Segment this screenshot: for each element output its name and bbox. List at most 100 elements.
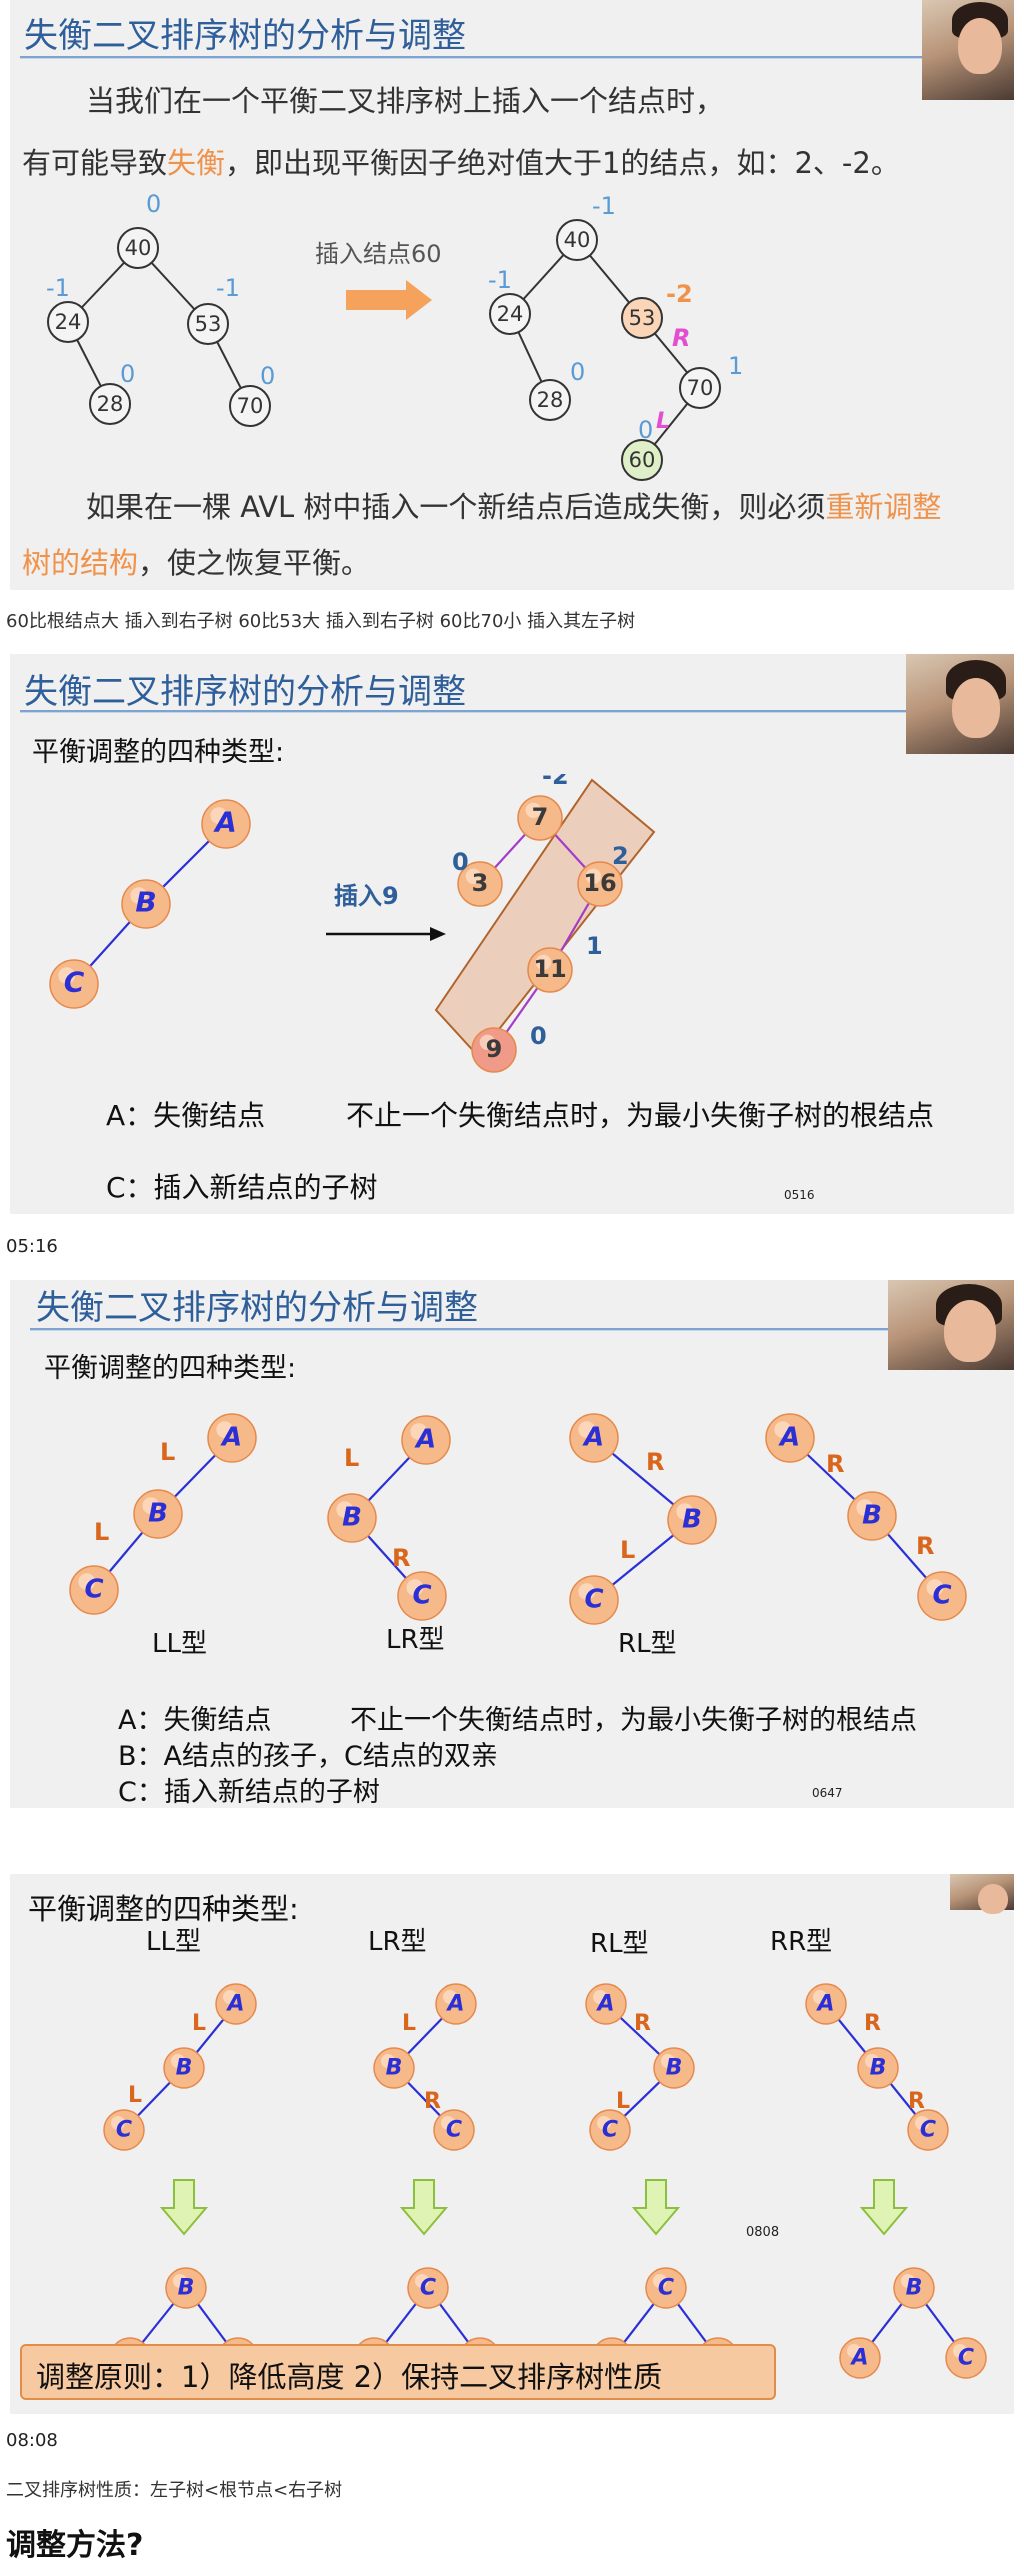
video-stamp: 0647 bbox=[812, 1786, 843, 1800]
paragraph-pre: 如果在一棵 AVL 树中插入一个新结点后造成失衡，则必须 bbox=[86, 490, 826, 524]
insert-example-diagram: 40 24 53 28 70 0 -1 -1 0 0 40 24 53 28 70 60 -1 -1 -2 0 1 0 R… bbox=[46, 192, 743, 481]
down-arrow-3 bbox=[631, 2179, 681, 2236]
svg-text:C: C bbox=[84, 1575, 103, 1605]
svg-text:53: 53 bbox=[195, 312, 222, 336]
def-b: B：A结点的孩子，C结点的双亲 bbox=[118, 1741, 498, 1772]
type2-top-node-c: C bbox=[433, 2109, 475, 2151]
tree-node-7: 7 bbox=[517, 795, 563, 841]
tree-node-40: 40 bbox=[117, 227, 159, 269]
type-label-lr: LR型 bbox=[368, 1927, 427, 1957]
type1-top-node-b: B bbox=[163, 2047, 205, 2089]
svg-text:A: A bbox=[595, 1991, 614, 2016]
svg-text:C: C bbox=[932, 1581, 951, 1611]
presenter-face bbox=[952, 678, 1000, 738]
type1-node-b: B bbox=[133, 1489, 183, 1539]
svg-text:B: B bbox=[862, 1501, 882, 1531]
svg-text:C: C bbox=[584, 1585, 603, 1615]
svg-text:A: A bbox=[778, 1423, 800, 1453]
readjust-highlight: 重新调整 bbox=[825, 490, 942, 524]
tree-node-53: 53 bbox=[621, 297, 663, 339]
structure-highlight: 树的结构 bbox=[22, 546, 139, 580]
title-divider bbox=[20, 710, 920, 713]
type-label-rl: RL型 bbox=[618, 1629, 677, 1659]
svg-text:C: C bbox=[602, 2117, 618, 2142]
type4-node-b: B bbox=[847, 1491, 897, 1541]
svg-text:C: C bbox=[412, 1581, 431, 1611]
edge-label-6: R bbox=[864, 2011, 881, 2036]
type3-node-b: B bbox=[667, 1495, 717, 1545]
type3-top-node-a: A bbox=[585, 1983, 627, 2025]
balance-factor-53: -2 bbox=[666, 280, 693, 308]
section-heading: 平衡调整的四种类型: bbox=[44, 1353, 297, 1384]
svg-text:40: 40 bbox=[125, 236, 152, 260]
presenter-video bbox=[906, 654, 1014, 754]
title-divider bbox=[20, 56, 940, 59]
svg-text:C: C bbox=[64, 966, 85, 999]
edge-label-3: R bbox=[424, 2089, 441, 2114]
svg-text:28: 28 bbox=[97, 392, 124, 416]
balance-factor-70: 0 bbox=[260, 362, 275, 390]
tree-node-24: 24 bbox=[47, 301, 89, 343]
svg-text:53: 53 bbox=[629, 306, 656, 330]
svg-text:C: C bbox=[116, 2117, 132, 2142]
svg-text:70: 70 bbox=[237, 394, 264, 418]
balance-factor-40: 0 bbox=[146, 192, 161, 218]
intro-line-2: 有可能导致失衡，即出现平衡因子绝对值大于1的结点，如：2、-2。 bbox=[22, 140, 900, 182]
timestamp-1: 05:16 bbox=[6, 1236, 58, 1257]
tree-node-24: 24 bbox=[489, 293, 531, 335]
tree-node-28: 28 bbox=[529, 379, 571, 421]
insert-arrow bbox=[326, 927, 446, 941]
slide-title: 失衡二叉排序树的分析与调整 bbox=[36, 1288, 478, 1328]
type4-top-node-a: A bbox=[805, 1983, 847, 2025]
slide-4: 平衡调整的四种类型: LL型 LR型 RL型 RR型 ABCABCABCABCB… bbox=[10, 1874, 1014, 2414]
type2-top-node-a: A bbox=[435, 1983, 477, 2025]
svg-text:C: C bbox=[658, 2275, 674, 2300]
intro-line-1: 当我们在一个平衡二叉排序树上插入一个结点时， bbox=[86, 84, 725, 118]
edge-label-5: L bbox=[616, 2089, 630, 2114]
svg-text:40: 40 bbox=[564, 228, 591, 252]
tree-node-9: 9 bbox=[471, 1027, 517, 1073]
svg-text:3: 3 bbox=[472, 869, 489, 897]
balance-factor-11: 1 bbox=[586, 932, 603, 960]
tree-node-70: 70 bbox=[229, 385, 271, 427]
type2-top-node-b: B bbox=[373, 2047, 415, 2089]
balance-factor-28: 0 bbox=[120, 360, 135, 388]
tree-node-11: 11 bbox=[527, 947, 573, 993]
svg-text:11: 11 bbox=[533, 955, 566, 983]
balance-factor-70: 1 bbox=[728, 352, 743, 380]
svg-text:B: B bbox=[906, 2275, 923, 2300]
type3-node-a: A bbox=[569, 1413, 619, 1463]
svg-text:A: A bbox=[582, 1423, 604, 1453]
paragraph-post: ，使之恢复平衡。 bbox=[138, 546, 371, 580]
presenter-video bbox=[888, 1280, 1014, 1370]
video-stamp: 0516 bbox=[784, 1188, 815, 1202]
intro-line-2-pre: 有可能导致 bbox=[22, 146, 168, 180]
type2-node-c: C bbox=[397, 1571, 447, 1621]
edge-label-0: L bbox=[192, 2011, 206, 2036]
svg-text:B: B bbox=[682, 1505, 702, 1535]
def-c: C：插入新结点的子树 bbox=[106, 1171, 378, 1204]
balance-factor-40: -1 bbox=[592, 192, 616, 220]
imbalance-highlight: 失衡 bbox=[167, 146, 226, 180]
type3-top-node-b: B bbox=[653, 2047, 695, 2089]
edge-label-2: L bbox=[344, 1444, 359, 1472]
svg-text:24: 24 bbox=[497, 302, 524, 326]
type4-bottom-node-c: C bbox=[945, 2337, 987, 2379]
def-a-note: 不止一个失衡结点时，为最小失衡子树的根结点 bbox=[350, 1705, 917, 1736]
paragraph-line-2: 树的结构，使之恢复平衡。 bbox=[22, 540, 370, 582]
presenter-face bbox=[944, 1300, 996, 1362]
svg-text:B: B bbox=[870, 2055, 887, 2080]
slide-title: 失衡二叉排序树的分析与调整 bbox=[24, 672, 466, 712]
svg-text:C: C bbox=[958, 2345, 974, 2370]
type4-node-a: A bbox=[765, 1413, 815, 1463]
section-heading: 平衡调整的四种类型: bbox=[32, 737, 285, 768]
balance-factor-60: 0 bbox=[638, 416, 653, 444]
type1-node-a: A bbox=[207, 1413, 257, 1463]
svg-text:A: A bbox=[225, 1991, 244, 2016]
video-stamp: 0808 bbox=[746, 2225, 779, 2240]
type3-node-c: C bbox=[569, 1575, 619, 1625]
four-types-diagram: A B C A B C A B C A B C L L L R R L R R LL型 LR型 RL型 bbox=[69, 1413, 967, 1659]
edge-label-1: L bbox=[128, 2083, 142, 2108]
svg-text:B: B bbox=[176, 2055, 193, 2080]
svg-text:A: A bbox=[815, 1991, 834, 2016]
